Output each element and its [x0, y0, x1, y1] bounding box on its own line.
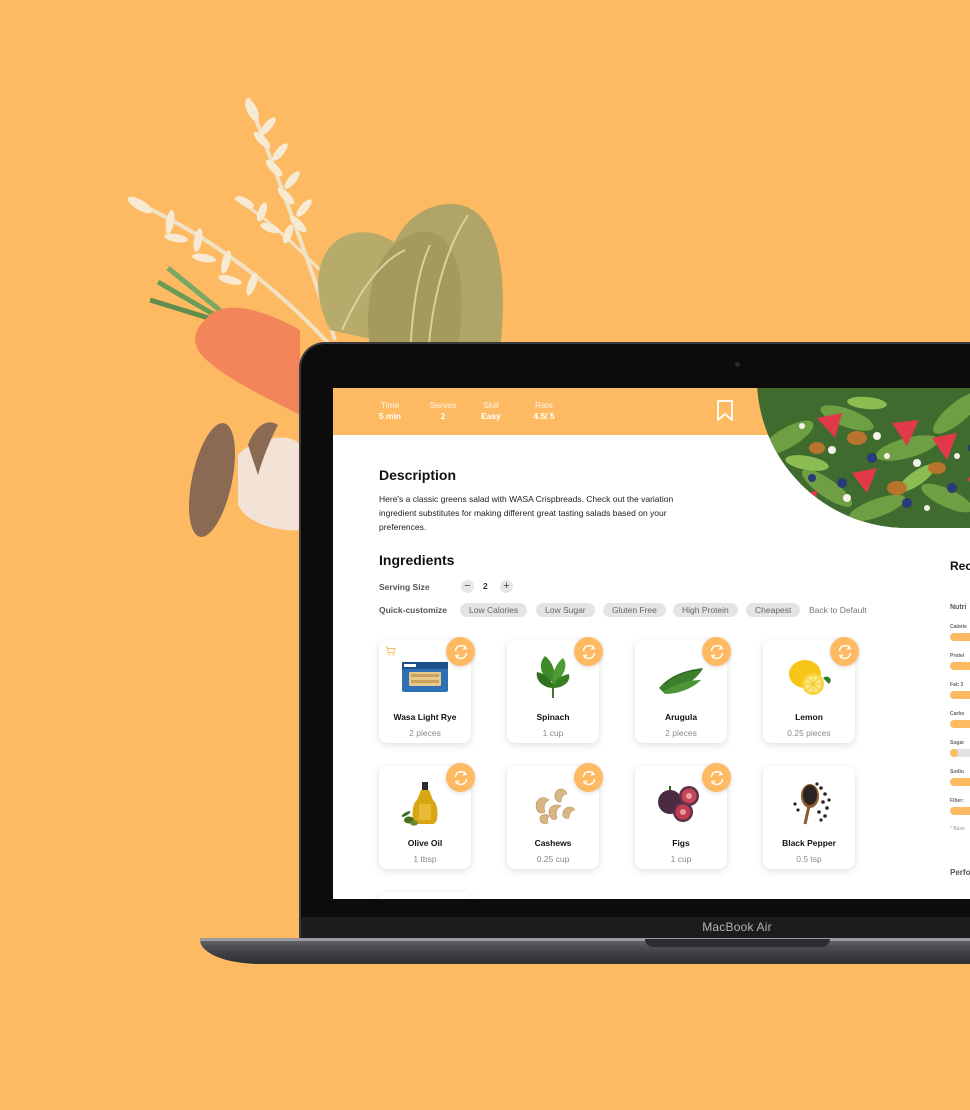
refresh-icon — [454, 644, 467, 659]
refresh-icon — [582, 644, 595, 659]
swap-ingredient-button[interactable] — [830, 637, 859, 666]
description-title: Description — [379, 467, 457, 483]
cart-icon[interactable] — [385, 646, 396, 656]
black-pepper-image — [793, 782, 831, 825]
ingredient-amount: 2 pieces — [665, 728, 697, 738]
nutrient-bar-calories — [950, 633, 970, 641]
stat-label: Serves — [429, 400, 457, 410]
laptop-model-label: MacBook Air — [702, 920, 772, 934]
increase-serving-button[interactable]: + — [500, 580, 513, 593]
crispbread-image — [402, 662, 448, 692]
swap-ingredient-button[interactable] — [702, 637, 731, 666]
laptop-notch — [645, 939, 830, 947]
ingredient-name: Cashews — [534, 838, 572, 848]
mushroom-icon — [189, 422, 300, 537]
serving-size-label: Serving Size — [379, 582, 430, 592]
laptop-chin — [301, 917, 970, 939]
decrease-serving-button[interactable]: − — [461, 580, 474, 593]
nutrition-footnote: * Base — [950, 826, 965, 832]
ingredient-name: Arugula — [664, 712, 698, 722]
ingredients-title: Ingredients — [379, 552, 455, 568]
nutrient-label-fiber: Fiber: — [950, 798, 964, 804]
swap-ingredient-button[interactable] — [446, 637, 475, 666]
nutrient-label-fat: Fat: 3 — [950, 682, 964, 688]
salad-hero-image — [757, 388, 970, 528]
stat-serves: Serves 2 — [425, 400, 461, 422]
lemon-image — [789, 660, 831, 695]
stat-label: Rate — [535, 400, 553, 410]
ingredient-amount: 1 cup — [670, 854, 692, 864]
nutrient-bar-sugar-fill — [950, 749, 958, 757]
ingredient-amount: 0.25 cup — [536, 854, 570, 864]
serving-size-value: 2 — [483, 581, 488, 591]
ingredient-name: Figs — [672, 838, 690, 848]
bookmark-icon[interactable] — [716, 400, 734, 422]
refresh-icon — [454, 770, 467, 785]
swap-ingredient-button[interactable] — [446, 763, 475, 792]
stat-time: Time 5 min — [373, 400, 407, 422]
recommendation-title: Rec — [950, 559, 970, 573]
refresh-icon — [710, 770, 723, 785]
figs-image — [658, 786, 699, 822]
quick-customize-label: Quick-customize — [379, 605, 448, 615]
nutrient-label-calories: Calorie — [950, 624, 967, 630]
ingredient-name: Spinach — [536, 712, 570, 722]
stat-label: Skill — [483, 400, 499, 410]
nutrient-bar-fiber — [950, 807, 970, 815]
swap-ingredient-button[interactable] — [574, 763, 603, 792]
refresh-icon — [710, 644, 723, 659]
nutrient-bar-protein — [950, 662, 970, 670]
nutrition-title: Nutri — [950, 604, 967, 611]
nutrient-label-sodium: Sodiu — [950, 769, 964, 775]
filter-chip-cheapest[interactable]: Cheapest — [746, 603, 801, 617]
ingredient-amount: 1 cup — [542, 728, 564, 738]
stat-value: Easy — [481, 411, 501, 421]
ingredient-card[interactable] — [379, 892, 471, 899]
back-to-default-link[interactable]: Back to Default — [809, 605, 867, 615]
arugula-image — [659, 668, 703, 694]
stat-value: 2 — [440, 411, 446, 421]
ingredient-amount: 1 tbsp — [413, 854, 437, 864]
swap-ingredient-button[interactable] — [574, 637, 603, 666]
nutrient-label-carbs: Carbs — [950, 711, 965, 717]
olive-oil-image — [401, 782, 438, 826]
nutrient-bar-sodium — [950, 778, 970, 786]
ingredient-name: Black Pepper — [782, 838, 836, 848]
laptop-base-edge — [200, 938, 970, 941]
nutrient-bar-fat — [950, 691, 970, 699]
camera-icon — [735, 362, 740, 367]
nutrient-label-protein: Protei — [950, 653, 965, 659]
ingredient-name: Lemon — [795, 712, 823, 722]
filter-chip-low-sugar[interactable]: Low Sugar — [536, 603, 595, 617]
filter-chip-gluten-free[interactable]: Gluten Free — [603, 603, 666, 617]
ingredient-name: Olive Oil — [407, 838, 443, 848]
laptop-base — [200, 938, 970, 964]
stat-skill: Skill Easy — [477, 400, 505, 422]
stat-value: 4.5/ 5 — [533, 411, 555, 421]
nutrient-bar-carbs — [950, 720, 970, 728]
lettuce-leaf-icon — [318, 203, 503, 360]
swap-ingredient-button[interactable] — [702, 763, 731, 792]
performance-title: Perfo — [950, 868, 970, 877]
filter-chip-high-protein[interactable]: High Protein — [673, 603, 738, 617]
stat-label: Time — [380, 400, 400, 410]
description-text: Here's a classic greens salad with WASA … — [379, 494, 674, 532]
refresh-icon — [582, 770, 595, 785]
carrot-icon — [149, 266, 300, 415]
refresh-icon — [838, 644, 851, 659]
ingredient-name: Wasa Light Rye — [393, 712, 457, 722]
ingredient-amount: 2 pieces — [409, 728, 441, 738]
nutrient-label-sugar: Sugar — [950, 740, 965, 746]
ingredient-card[interactable]: Black Pepper 0.5 tsp — [763, 766, 855, 869]
ingredient-amount: 0.5 tsp — [796, 854, 822, 864]
cashews-image — [535, 788, 576, 824]
recipe-screen: Time 5 min Serves 2 Skill Easy Rate 4.5/… — [333, 388, 970, 899]
stat-value: 5 min — [378, 411, 402, 421]
stat-rate: Rate 4.5/ 5 — [526, 400, 562, 422]
filter-chip-low-calories[interactable]: Low Calories — [460, 603, 528, 617]
spinach-image — [536, 656, 570, 698]
ingredient-amount: 0.25 pieces — [787, 728, 831, 738]
